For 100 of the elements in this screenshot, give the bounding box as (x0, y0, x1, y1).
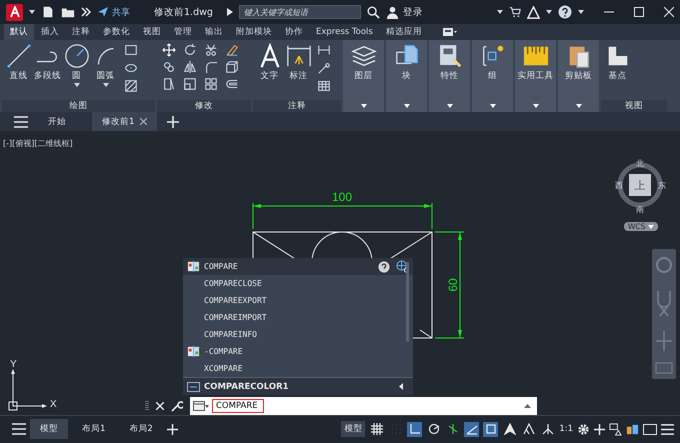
panel-toggle-icon[interactable] (442, 28, 457, 36)
ribbon-button[interactable]: 块 (394, 43, 420, 82)
autocomplete-item[interactable]: COMPARE (183, 258, 413, 275)
ribbon-tab[interactable]: 视图 (137, 24, 167, 40)
expand-arrow-icon[interactable] (226, 8, 233, 16)
ribbon-tab[interactable]: 输出 (199, 24, 229, 40)
expand-arrow-icon[interactable] (399, 383, 403, 390)
cart-icon[interactable] (509, 6, 521, 18)
autocomplete-item[interactable]: COMPARECOLOR1 (183, 377, 413, 395)
ribbon-tab[interactable]: 管理 (168, 24, 198, 40)
globe-search-icon[interactable] (396, 260, 409, 273)
graphics-performance-icon[interactable] (626, 422, 639, 436)
caret-icon (546, 10, 552, 14)
annovis-toggle[interactable] (502, 422, 518, 436)
settings-icon[interactable] (577, 422, 590, 436)
caret-icon (29, 10, 35, 14)
viewport-label[interactable]: [-][俯视][二维线框] (3, 138, 73, 149)
ribbon-tab[interactable]: 精选应用 (380, 24, 428, 40)
ribbon-tab[interactable]: 参数化 (97, 24, 136, 40)
caret-up-icon[interactable] (524, 404, 531, 408)
layout-tab[interactable]: 模型 (30, 419, 68, 439)
caret-icon (648, 224, 654, 228)
layout-tab[interactable]: 布局1 (72, 419, 116, 439)
caret-icon (532, 104, 538, 108)
autocomplete-item[interactable]: COMPAREINFO (183, 326, 413, 343)
new-file-icon[interactable] (41, 5, 55, 19)
command-input[interactable]: COMPARE (212, 398, 264, 412)
grid-toggle[interactable] (369, 422, 384, 436)
autocomplete-item[interactable]: -COMPARE (183, 343, 413, 360)
ribbon-tab[interactable]: 插入 (35, 24, 65, 40)
ribbon-tool[interactable]: 圆 (63, 43, 90, 87)
ribbon-tool[interactable]: 标注 (285, 43, 312, 82)
box-icon (225, 60, 239, 74)
ribbon-tab[interactable]: 默认 (4, 24, 34, 40)
polar-toggle[interactable] (426, 422, 442, 436)
ribbon-button[interactable]: 组 (480, 43, 506, 82)
ortho-toggle[interactable] (407, 422, 422, 436)
help-icon[interactable] (378, 260, 390, 272)
ribbon-tool[interactable]: 圆弧 (92, 43, 119, 87)
tracking-toggle[interactable] (464, 422, 480, 436)
autoscale-toggle[interactable] (521, 422, 536, 436)
menu-icon[interactable] (661, 424, 674, 434)
ribbon-button[interactable]: 实用工具 (518, 43, 554, 82)
annoscale-toggle[interactable] (540, 422, 556, 436)
app-logo-icon[interactable] (6, 4, 23, 20)
file-tab[interactable]: 修改前1 (92, 112, 158, 131)
caret-icon (497, 10, 503, 14)
ribbon-tool[interactable]: 文字 (256, 43, 283, 82)
copy-icon (162, 60, 176, 74)
layers-icon (350, 43, 376, 69)
command-prompt-icon[interactable] (193, 400, 209, 410)
menu-icon[interactable] (12, 423, 26, 435)
panel-title[interactable]: 注释 (253, 100, 341, 112)
grip-icon[interactable] (145, 400, 149, 412)
compare-icon (187, 260, 200, 273)
hatch-icon (124, 79, 138, 93)
ribbon-tool[interactable]: 基点 (604, 43, 631, 82)
wrench-icon[interactable] (171, 400, 183, 412)
annotation-scale[interactable]: 1:1 (559, 424, 573, 434)
caret-icon (360, 104, 366, 108)
panel-title[interactable]: 绘图 (2, 100, 155, 112)
ribbon-tab[interactable]: 附加模块 (230, 24, 278, 40)
model-space-button[interactable]: 模型 (341, 421, 366, 437)
add-icon[interactable] (166, 424, 178, 434)
ribbon-tab[interactable]: 注释 (66, 24, 96, 40)
triangle-network-icon[interactable] (527, 6, 540, 18)
compass-label: 西 (615, 181, 623, 190)
maximize-icon[interactable] (634, 7, 644, 17)
add-icon[interactable] (594, 424, 605, 434)
ribbon-button[interactable]: 图层 (350, 43, 376, 82)
autocomplete-item[interactable]: COMPAREIMPORT (183, 309, 413, 326)
layout-tab[interactable]: 布局2 (119, 419, 163, 439)
ribbon-tool[interactable]: 直线 (5, 43, 32, 82)
file-tab[interactable]: 开始 (38, 112, 82, 131)
osnap-toggle[interactable] (483, 422, 498, 436)
ribbon-tool[interactable]: 多段线 (34, 43, 61, 82)
fullscreen-icon[interactable] (643, 424, 657, 434)
trim-icon (204, 43, 218, 57)
fillet-icon (204, 60, 218, 74)
ribbon-button[interactable]: 剪贴板 (565, 43, 592, 82)
sign-in-button[interactable]: 登录 (386, 6, 423, 18)
rotate-icon (183, 43, 197, 57)
ribbon-tab[interactable]: 协作 (279, 24, 309, 40)
panel-title[interactable]: 视图 (601, 100, 667, 112)
add-icon[interactable] (167, 116, 180, 128)
isolate-objects-icon[interactable] (609, 422, 622, 436)
search-field[interactable]: 键入关键字或短语 (238, 5, 361, 19)
menu-icon[interactable] (14, 116, 28, 128)
double-chevron-icon[interactable] (81, 7, 91, 17)
share-button[interactable]: 共享 (97, 6, 130, 18)
panel-title[interactable]: 修改 (157, 100, 251, 112)
search-icon[interactable] (366, 6, 380, 18)
autocomplete-item[interactable]: COMPAREEXPORT (183, 292, 413, 309)
autocomplete-item[interactable]: COMPARECLOSE (183, 275, 413, 292)
ribbon-button[interactable]: 特性 (436, 43, 462, 82)
caret-icon (490, 104, 496, 108)
caret-icon (576, 104, 582, 108)
ribbon-tab[interactable]: Express Tools (310, 24, 379, 40)
autocomplete-item[interactable]: XCOMPARE (183, 360, 413, 377)
help-icon[interactable] (558, 5, 572, 19)
